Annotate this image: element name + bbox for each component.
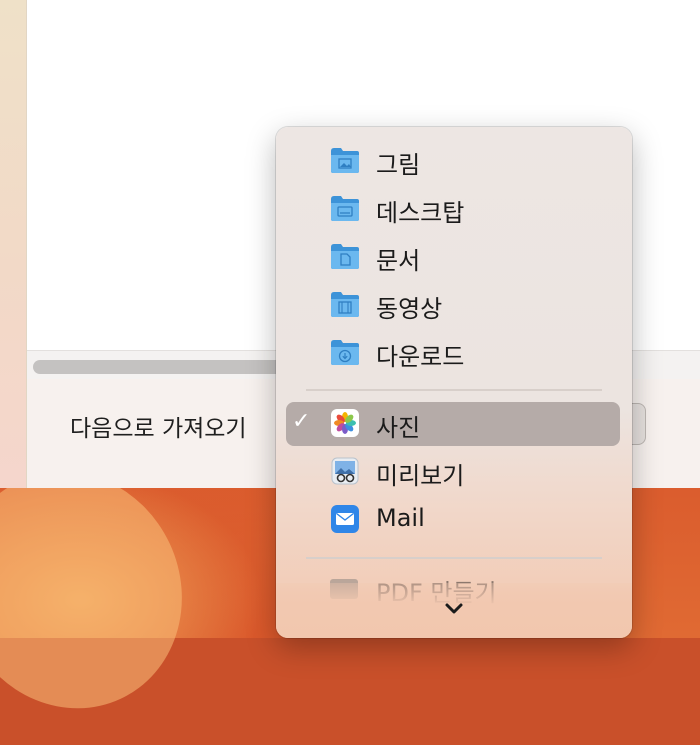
menu-item-label: 다운로드 <box>376 343 465 371</box>
menu-item-label: 그림 <box>376 151 421 179</box>
downloads-folder-icon <box>331 340 359 365</box>
checkmark-icon: ✓ <box>292 409 311 434</box>
menu-item-label: Mail <box>376 504 425 532</box>
menu-item-mail[interactable]: Mail <box>286 498 620 542</box>
menu-separator <box>306 557 602 559</box>
menu-item-movies[interactable]: 동영상 <box>286 283 620 327</box>
menu-item-label: 문서 <box>376 247 421 275</box>
menu-item-downloads[interactable]: 다운로드 <box>286 331 620 375</box>
menu-item-label: 데스크탑 <box>376 199 465 227</box>
menu-item-pictures[interactable]: 그림 <box>286 139 620 183</box>
import-destination-label: 다음으로 가져오기 <box>70 416 247 442</box>
menu-separator <box>306 389 602 391</box>
movies-folder-icon <box>331 292 359 317</box>
scrollbar-thumb[interactable] <box>33 360 313 374</box>
menu-item-label: 사진 <box>376 414 421 442</box>
sidebar-edge <box>0 0 27 488</box>
chevron-down-icon[interactable] <box>441 597 467 621</box>
desktop-folder-icon <box>331 196 359 221</box>
menu-item-photos[interactable]: ✓ 사진 <box>286 402 620 446</box>
menu-item-desktop[interactable]: 데스크탑 <box>286 187 620 231</box>
menu-item-label: 미리보기 <box>376 462 465 490</box>
menu-item-label: 동영상 <box>376 295 443 323</box>
documents-folder-icon <box>331 244 359 269</box>
photos-app-icon <box>331 409 359 437</box>
menu-item-preview[interactable]: 미리보기 <box>286 450 620 494</box>
mail-app-icon <box>331 505 359 533</box>
menu-item-documents[interactable]: 문서 <box>286 235 620 279</box>
pictures-folder-icon <box>331 148 359 173</box>
import-destination-menu: 그림 데스크탑 문서 동영상 다운로드 ✓ 사진 미리보기 Mail <box>276 127 632 638</box>
preview-app-icon <box>331 457 359 485</box>
